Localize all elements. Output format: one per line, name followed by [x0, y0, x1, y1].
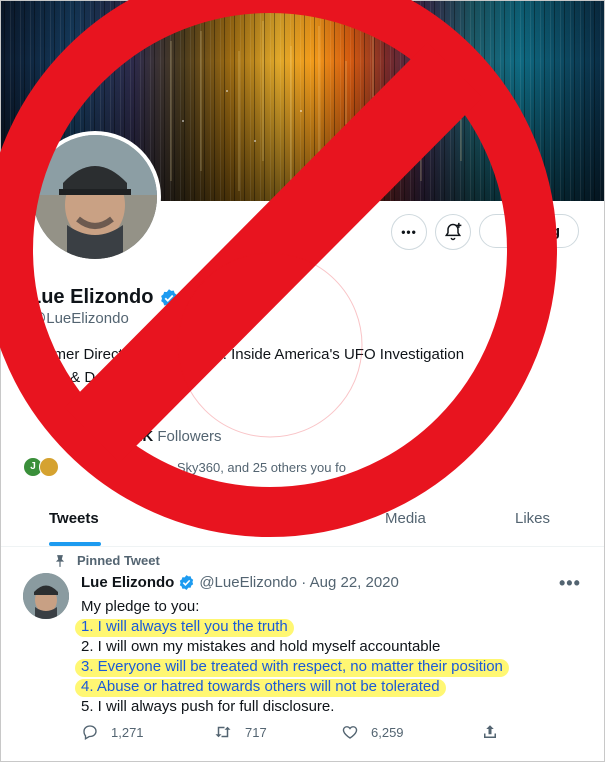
followed-by-text: amJam, Sky360, and 25 others you fo: [127, 459, 346, 475]
bio-text: & D: [66, 369, 96, 386]
verified-badge-icon: [161, 288, 178, 307]
avatar[interactable]: [33, 135, 157, 259]
bell-plus-icon: [444, 222, 462, 241]
more-icon: •••: [401, 225, 417, 239]
tweet-line: 5. I will always push for full disclosur…: [81, 698, 335, 715]
followers-link[interactable]: 06.2K Followers: [113, 428, 221, 445]
tweet-text: My pledge to you: 1. I will always tell …: [81, 597, 503, 717]
bio-text: Former Director,: [31, 346, 144, 363]
tweet-line: 2. I will own my mistakes and hold mysel…: [81, 638, 441, 655]
joined-date: 2020: [129, 396, 163, 413]
profile-handle: @LueElizondo: [31, 310, 129, 327]
tab-likes[interactable]: Likes: [515, 510, 550, 527]
active-tab-indicator: [49, 542, 101, 546]
tweet-line: 4. Abuse or hatred towards others will n…: [81, 678, 440, 695]
bio-text: ocate: [141, 369, 178, 386]
profile-avatar-border: [29, 131, 161, 263]
profile-bio: Former Director, Unidentified: Inside Am…: [31, 345, 551, 388]
highlighted-line: 1. I will always tell you the truth: [81, 618, 288, 635]
like-button[interactable]: 6,259: [341, 723, 404, 741]
like-count: 6,259: [371, 724, 404, 740]
tab-tweets[interactable]: Tweets: [49, 510, 99, 527]
followers-label: Followers: [157, 428, 222, 445]
heart-icon: [342, 726, 358, 739]
profile-name-text: Lue Elizondo: [29, 286, 154, 308]
more-options-button[interactable]: •••: [391, 214, 427, 250]
profile-tabs: Tweets Media Likes: [1, 496, 604, 547]
followers-count: 06.2K: [113, 428, 154, 445]
highlighted-line: 3. Everyone will be treated with respect…: [81, 658, 503, 675]
following-button[interactable]: wing: [479, 214, 579, 248]
tweet-more-button[interactable]: •••: [559, 573, 581, 594]
share-button[interactable]: [481, 723, 499, 741]
pinned-tweet-text: Pinned Tweet: [77, 553, 160, 568]
profile-screenshot: ••• wing Lue Elizondo @LueElizondo Forme…: [0, 0, 605, 762]
highlighted-line: 4. Abuse or hatred towards others will n…: [81, 678, 440, 695]
reply-count: 1,271: [111, 724, 144, 740]
tweet-line: 1. I will always tell you the truth: [81, 618, 288, 635]
tweet-handle-date[interactable]: @LueElizondo · Aug 22, 2020: [199, 574, 399, 591]
bio-link-unidentified[interactable]: Unidentified: [144, 346, 223, 363]
retweet-button[interactable]: 717: [213, 723, 267, 741]
following-button-label: wing: [525, 222, 560, 240]
tweet-header: Lue Elizondo @LueElizondo · Aug 22, 2020: [81, 574, 399, 591]
follower-avatar: [39, 457, 59, 477]
retweet-icon: [215, 726, 231, 738]
profile-name: Lue Elizondo: [29, 286, 179, 309]
tweet-line: My pledge to you:: [81, 598, 200, 615]
retweet-count: 717: [245, 724, 267, 740]
tab-media[interactable]: Media: [385, 510, 426, 527]
tweet-author-name[interactable]: Lue Elizondo: [81, 574, 174, 591]
reply-icon: [83, 725, 97, 740]
followed-by[interactable]: J amJam, Sky360, and 25 others you fo: [23, 457, 346, 477]
share-icon: [484, 725, 496, 738]
bio-link-story[interactable]: Story: [31, 369, 66, 386]
bio-text: : Inside America's UFO Investigation: [222, 346, 465, 363]
pin-icon: [55, 554, 65, 567]
tweet-actions: 1,271 717 6,259: [81, 723, 511, 747]
reply-button[interactable]: 1,271: [81, 723, 144, 741]
tweet-line: 3. Everyone will be treated with respect…: [81, 658, 503, 675]
tweet-avatar[interactable]: [23, 573, 69, 619]
verified-badge-icon: [180, 575, 194, 590]
pinned-tweet-label: Pinned Tweet: [55, 553, 160, 568]
profile-stats: 06.2K Followers: [23, 428, 221, 445]
notifications-button[interactable]: [435, 214, 471, 250]
